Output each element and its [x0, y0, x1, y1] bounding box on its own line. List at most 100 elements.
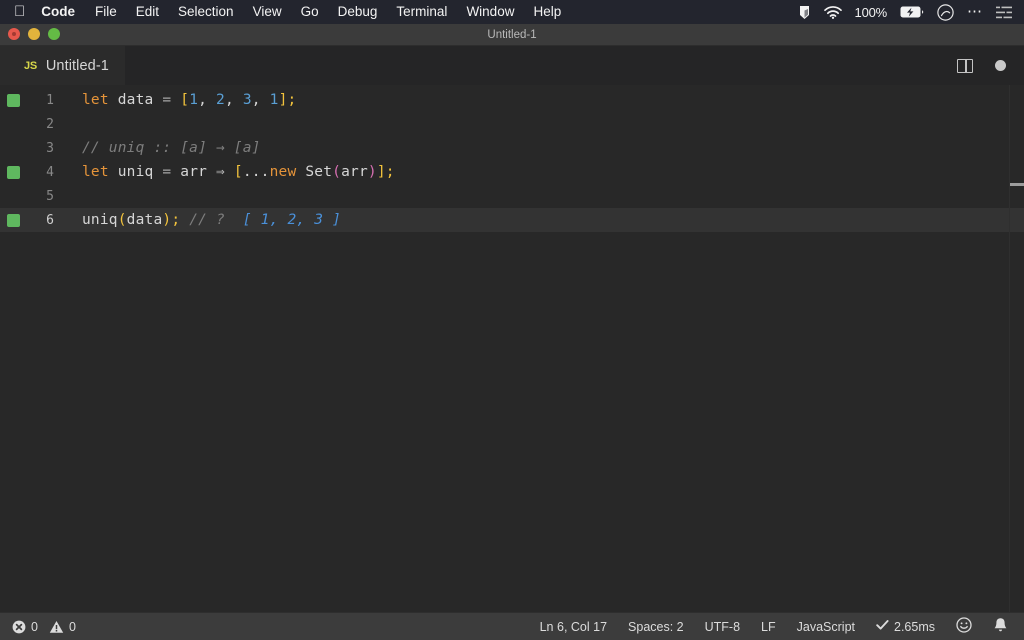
- code-token: =: [162, 164, 181, 180]
- apple-logo-icon[interactable]: : [14, 4, 25, 19]
- code-token: );: [162, 212, 181, 228]
- bell-icon[interactable]: [993, 617, 1008, 636]
- tab-untitled-1[interactable]: JS Untitled-1: [0, 46, 125, 85]
- menu-item-help[interactable]: Help: [533, 0, 561, 24]
- code-token: // uniq :: [a] → [a]: [82, 140, 261, 156]
- tab-label: Untitled-1: [45, 57, 109, 74]
- menu-item-selection[interactable]: Selection: [178, 0, 234, 24]
- code-token: ⇒: [216, 164, 234, 180]
- code-lines: 1 let data = [1, 2, 3, 1]; 2 3// uniq :: [a…: [0, 88, 1024, 232]
- code-token: [: [180, 92, 190, 108]
- code-token: [ 1, 2, 3 ]: [224, 212, 342, 228]
- unsaved-dot-icon[interactable]: [995, 60, 1006, 71]
- code-token: ,: [198, 92, 217, 108]
- code-token: 3: [242, 92, 252, 108]
- menu-item-terminal[interactable]: Terminal: [396, 0, 447, 24]
- code-token: data: [126, 212, 163, 228]
- menu-item-edit[interactable]: Edit: [136, 0, 159, 24]
- check-icon: [876, 619, 889, 634]
- cursor-position[interactable]: Ln 6, Col 17: [540, 620, 607, 634]
- code-editor[interactable]: 1 let data = [1, 2, 3, 1]; 2 3// uniq :: [a…: [0, 85, 1024, 612]
- code-token: arr: [341, 164, 368, 180]
- split-editor-icon[interactable]: [957, 58, 973, 73]
- status-bar: 0 0 Ln 6, Col 17 Spaces: 2 UTF-8 LF Java…: [0, 612, 1024, 640]
- menu-item-code[interactable]: Code: [41, 0, 75, 24]
- error-circle-icon: [12, 620, 26, 634]
- battery-percent-label: 100%: [854, 4, 888, 20]
- indentation-setting[interactable]: Spaces: 2: [628, 620, 684, 634]
- code-token: ,: [251, 92, 270, 108]
- code-token: ...: [242, 164, 270, 180]
- run-time-label: 2.65ms: [894, 619, 935, 634]
- line-number: 3: [46, 140, 54, 156]
- menu-item-file[interactable]: File: [95, 0, 117, 24]
- menu-bar-status-icons: 100% ⋯: [798, 3, 1016, 21]
- menu-item-window[interactable]: Window: [466, 0, 514, 24]
- run-time-indicator[interactable]: 2.65ms: [876, 619, 935, 634]
- code-token: // ?: [180, 212, 225, 228]
- code-token: (: [117, 212, 127, 228]
- end-of-line-setting[interactable]: LF: [761, 620, 776, 634]
- line-number: 5: [46, 188, 54, 204]
- overview-ruler[interactable]: [1009, 85, 1024, 612]
- line-number: 6: [46, 212, 54, 228]
- menu-item-debug[interactable]: Debug: [338, 0, 378, 24]
- editor-tab-bar: JS Untitled-1: [0, 46, 1024, 85]
- code-line-3[interactable]: 3 // uniq :: [a] → [a]: [0, 136, 1024, 160]
- language-mode[interactable]: JavaScript: [797, 620, 855, 634]
- code-token: Set: [296, 164, 333, 180]
- code-text: let data = [1, 2, 3, 1];: [82, 92, 296, 108]
- code-token: 1: [269, 92, 279, 108]
- warning-count: 0: [68, 619, 76, 634]
- error-count: 0: [31, 619, 38, 634]
- code-line-5[interactable]: 5: [0, 184, 1024, 208]
- code-token: uniq: [108, 164, 163, 180]
- code-token: uniq: [82, 212, 118, 228]
- editor-actions: [957, 58, 1024, 73]
- line-number: 4: [46, 164, 54, 180]
- code-token: ];: [376, 164, 395, 180]
- battery-charging-icon[interactable]: [900, 6, 924, 18]
- file-encoding[interactable]: UTF-8: [705, 620, 740, 634]
- warning-triangle-icon: [49, 620, 64, 634]
- code-token: let: [82, 92, 109, 108]
- code-line-4[interactable]: 4 let uniq = arr ⇒ [...new Set(arr)];: [0, 160, 1024, 184]
- line-number: 2: [46, 116, 54, 132]
- overview-ruler-marker: [1010, 183, 1024, 186]
- code-token: [: [233, 164, 243, 180]
- code-token: ): [367, 164, 377, 180]
- code-line-1[interactable]: 1 let data = [1, 2, 3, 1];: [0, 88, 1024, 112]
- code-token: =: [162, 92, 181, 108]
- code-line-6[interactable]: 6 uniq(data); // ? [ 1, 2, 3 ]: [0, 208, 1024, 232]
- siri-icon[interactable]: [937, 3, 954, 21]
- problems-indicator[interactable]: 0 0: [12, 620, 76, 634]
- macos-menu-bar:  Code File Edit Selection View Go Debug…: [0, 0, 1024, 24]
- menu-item-view[interactable]: View: [253, 0, 282, 24]
- smiley-icon[interactable]: [956, 617, 972, 636]
- code-token: ];: [278, 92, 297, 108]
- control-center-icon[interactable]: [996, 6, 1012, 19]
- code-token: 1: [189, 92, 199, 108]
- ellipsis-icon[interactable]: ⋯: [967, 4, 983, 19]
- code-token: ,: [224, 92, 243, 108]
- vscode-window:  Code File Edit Selection View Go Debug…: [0, 0, 1024, 640]
- line-number: 1: [46, 92, 54, 108]
- code-text: // uniq :: [a] → [a]: [82, 140, 261, 156]
- javascript-file-icon: JS: [24, 59, 37, 72]
- wifi-icon[interactable]: [823, 5, 842, 19]
- code-token: data: [108, 92, 163, 108]
- code-line-2[interactable]: 2: [0, 112, 1024, 136]
- code-text: let uniq = arr ⇒ [...new Set(arr)];: [82, 164, 395, 180]
- code-token: new: [269, 164, 297, 180]
- code-text: uniq(data); // ? [ 1, 2, 3 ]: [82, 212, 341, 228]
- status-bar-left: 0 0: [0, 620, 76, 634]
- code-token: let: [82, 164, 109, 180]
- status-bar-right: Ln 6, Col 17 Spaces: 2 UTF-8 LF JavaScri…: [540, 617, 1024, 636]
- code-token: 2: [216, 92, 225, 108]
- window-title: Untitled-1: [487, 29, 537, 41]
- window-title-bar[interactable]: Untitled-1: [0, 24, 1024, 46]
- menu-item-go[interactable]: Go: [301, 0, 319, 24]
- dropbox-icon[interactable]: [798, 5, 811, 20]
- code-token: arr: [180, 164, 216, 180]
- code-token: (: [332, 164, 342, 180]
